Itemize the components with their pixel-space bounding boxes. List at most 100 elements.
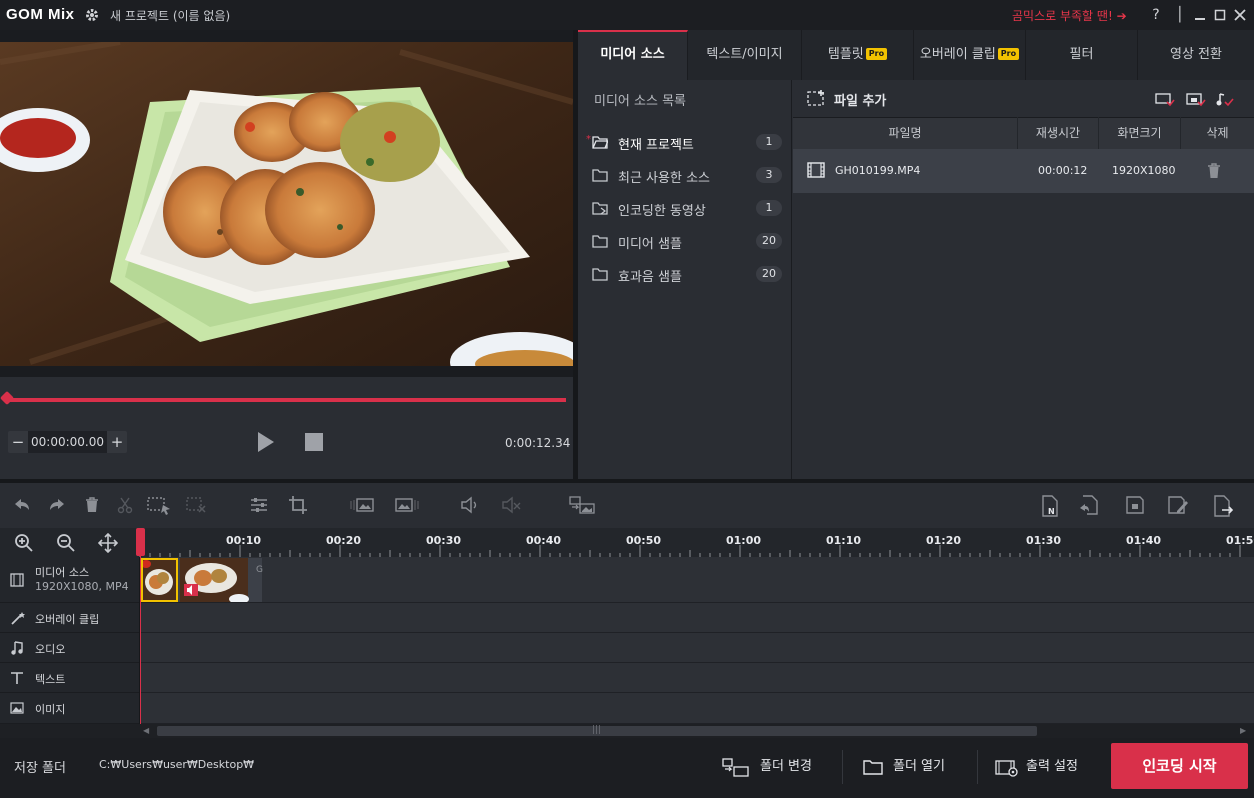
folder-icon [592,267,608,281]
delete-icon[interactable] [82,495,102,515]
export-icon[interactable] [1212,495,1234,517]
count-badge: 20 [756,266,782,282]
trash-icon[interactable] [1207,163,1221,179]
seek-bar[interactable] [6,398,566,402]
open-project-icon[interactable] [1078,495,1100,517]
adjust-icon[interactable] [249,495,269,515]
source-list-title: 미디어 소스 목록 [594,94,686,109]
add-file-button[interactable]: 파일 추가 [834,90,886,109]
total-duration: 0:00:12.34 [505,436,571,450]
current-marker-icon: * [586,134,591,145]
playhead-handle[interactable] [136,528,145,556]
column-delete: 삭제 [1206,126,1229,140]
ruler-tick-label: 01:20 [926,534,962,547]
redo-icon[interactable] [47,495,67,515]
start-encoding-button[interactable]: 인코딩 시작 [1111,743,1248,789]
settings-gear-icon[interactable] [84,7,100,23]
add-file-icon[interactable] [807,89,827,107]
image-after-icon[interactable] [394,495,420,515]
tab-text-image[interactable]: 텍스트/이미지 [688,30,802,80]
stop-button[interactable] [305,433,323,451]
upgrade-link[interactable]: 곰믹스로 부족할 땐! ➔ [1012,7,1127,24]
change-folder-icon [722,758,750,778]
tab-template[interactable]: 템플릿 Pro [802,30,914,80]
count-badge: 3 [756,167,782,183]
video-preview[interactable] [0,42,573,366]
minimize-button[interactable] [1190,5,1210,25]
save-folder-path: C:₩Users₩user₩Desktop₩ [99,758,255,771]
column-duration[interactable]: 재생시간 [1018,117,1099,149]
image-before-icon[interactable] [349,495,375,515]
cut-icon[interactable] [115,495,135,515]
svg-text:N: N [1048,507,1055,516]
track-media[interactable] [140,557,1254,603]
save-as-icon[interactable] [1167,495,1189,515]
tab-media-source[interactable]: 미디어 소스 [578,30,688,80]
source-item-current-project[interactable]: 현재 프로젝트 1 [592,131,782,155]
track-label-image[interactable]: 이미지 [0,693,139,724]
track-image[interactable] [140,693,1254,724]
source-item-recent[interactable]: 최근 사용한 소스 3 [592,164,782,188]
ruler-tick-label: 00:30 [426,534,462,547]
play-button[interactable] [257,432,275,452]
track-label-overlay[interactable]: 오버레이 클립 [0,603,139,633]
output-settings-icon [995,758,1019,778]
column-resolution[interactable]: 화면크기 [1099,117,1181,149]
add-to-overlay-track-icon[interactable] [1186,91,1206,107]
column-filename[interactable]: 파일명 [793,117,1018,149]
ruler-tick-label: 00:40 [526,534,562,547]
track-overlay[interactable] [140,603,1254,633]
source-item-media-samples[interactable]: 미디어 샘플 20 [592,230,782,254]
crop-icon[interactable] [288,495,308,515]
timecode-increment-button[interactable]: + [107,431,127,453]
tab-transition[interactable]: 영상 전환 [1138,30,1254,80]
volume-icon[interactable] [459,495,481,515]
scroll-right-icon[interactable]: ▶ [1240,726,1246,735]
encoded-folder-icon [592,201,608,215]
timeline-ruler[interactable] [139,528,1254,557]
track-audio[interactable] [140,633,1254,663]
ruler-tick-label: 01:10 [826,534,862,547]
zoom-out-icon[interactable] [56,533,76,553]
new-project-icon[interactable]: N [1040,495,1060,517]
folder-open-icon [592,135,608,149]
maximize-button[interactable] [1210,5,1230,25]
tab-overlay-clip[interactable]: 오버레이 클립 Pro [914,30,1026,80]
ruler-tick-label: 01:00 [726,534,762,547]
file-resolution: 1920X1080 [1112,164,1176,177]
app-logo: GOM Mix [6,6,75,23]
deselect-icon[interactable] [185,495,209,515]
project-title: 새 프로젝트 (이름 없음) [110,9,231,23]
file-duration: 00:00:12 [1038,164,1088,177]
clip-selection[interactable] [141,558,178,602]
fit-timeline-icon[interactable] [98,533,118,553]
overlay-wand-icon [10,611,26,625]
scroll-left-icon[interactable]: ◀ [143,726,149,735]
playhead-line [140,556,141,724]
timecode-input[interactable]: 00:00:00.00 [28,431,107,453]
zoom-in-icon[interactable] [14,533,34,553]
select-region-icon[interactable] [146,495,172,515]
replace-media-icon[interactable] [568,495,596,515]
add-to-audio-track-icon[interactable] [1216,91,1236,107]
track-label-text[interactable]: 텍스트 [0,663,139,693]
track-text[interactable] [140,663,1254,693]
source-item-encoded[interactable]: 인코딩한 동영상 1 [592,197,782,221]
undo-icon[interactable] [12,495,32,515]
count-badge: 1 [756,134,782,150]
ruler-tick-label: 01:30 [1026,534,1062,547]
save-icon[interactable] [1125,495,1145,515]
mute-icon[interactable] [500,495,522,515]
tab-filter[interactable]: 필터 [1026,30,1138,80]
folder-icon [863,759,883,775]
track-label-media[interactable]: 미디어 소스 1920X1080, MP4 [0,557,139,603]
image-icon [10,701,24,715]
add-to-video-track-icon[interactable] [1155,91,1175,107]
timecode-decrement-button[interactable]: − [8,431,28,453]
pro-badge: Pro [997,48,1020,60]
film-icon [10,573,24,587]
close-button[interactable] [1230,5,1250,25]
help-button[interactable]: ? [1146,5,1166,25]
source-item-sound-samples[interactable]: 효과음 샘플 20 [592,263,782,287]
track-label-audio[interactable]: 오디오 [0,633,139,663]
